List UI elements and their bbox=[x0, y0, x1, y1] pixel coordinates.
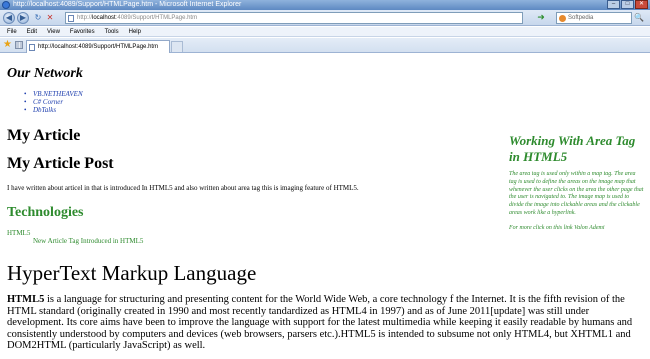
search-engine-icon bbox=[559, 15, 566, 22]
intro-text: I have written about articel in that is … bbox=[7, 184, 359, 192]
hypertext-heading: HyperText Markup Language bbox=[7, 261, 257, 285]
search-icon[interactable]: 🔍 bbox=[633, 13, 645, 23]
article-heading: My Article bbox=[7, 127, 81, 144]
technology-item-html5: HTML5 bbox=[7, 229, 31, 237]
aside-title: Working With Area Tag in HTML5 bbox=[509, 133, 636, 164]
aside-more-link[interactable]: For more click on this link Valon Ademi bbox=[509, 224, 644, 232]
minimize-button[interactable]: – bbox=[607, 0, 620, 9]
refresh-icon[interactable]: ↻ bbox=[33, 13, 43, 23]
menu-view[interactable]: View bbox=[47, 27, 60, 36]
aside-panel: Working With Area Tag in HTML5 The area … bbox=[509, 133, 644, 232]
back-button[interactable]: ◀ bbox=[3, 12, 15, 24]
address-bar[interactable]: http://localhost:4089/Support/HTMLPage.h… bbox=[65, 12, 523, 24]
navigation-bar: ◀ ▶ ↻ ✕ http://localhost:4089/Support/HT… bbox=[0, 10, 650, 26]
address-prefix: http:// bbox=[77, 15, 93, 21]
tab-bar: ★ http://localhost:4089/Support/HTMLPage… bbox=[0, 38, 650, 53]
window-title: http://localhost:4089/Support/HTMLPage.h… bbox=[13, 1, 242, 8]
technologies-heading: Technologies bbox=[7, 205, 84, 220]
hypertext-paragraph: HTML5 is a language for structuring and … bbox=[7, 294, 642, 352]
menu-tools[interactable]: Tools bbox=[105, 27, 119, 36]
post-heading: My Article Post bbox=[7, 155, 114, 172]
window-titlebar: http://localhost:4089/Support/HTMLPage.h… bbox=[0, 0, 650, 10]
menu-file[interactable]: File bbox=[7, 27, 17, 36]
hypertext-body: is a language for structuring and presen… bbox=[7, 294, 633, 352]
menu-help[interactable]: Help bbox=[129, 27, 141, 36]
menu-edit[interactable]: Edit bbox=[27, 27, 37, 36]
address-rest: :4089/Support/HTMLPage.htm bbox=[115, 15, 198, 21]
network-link-list: VB.NETHEAVEN C# Corner DbTalks bbox=[24, 90, 83, 114]
quick-tabs-icon[interactable] bbox=[15, 41, 23, 49]
menu-favorites[interactable]: Favorites bbox=[70, 27, 95, 36]
favorites-star-icon[interactable]: ★ bbox=[3, 40, 13, 50]
search-input[interactable]: Softpedia bbox=[556, 12, 632, 24]
ie-logo-icon bbox=[2, 1, 10, 9]
hypertext-bold-term: HTML5 bbox=[7, 294, 45, 305]
aside-body: The area tag is used only within a map t… bbox=[509, 171, 644, 216]
menu-bar: File Edit View Favorites Tools Help bbox=[0, 27, 650, 37]
address-host: localhost bbox=[92, 15, 116, 21]
technology-item-article-tag: New Article Tag Introduced in HTML5 bbox=[33, 237, 144, 245]
new-tab-button[interactable] bbox=[171, 41, 183, 52]
stop-icon[interactable]: ✕ bbox=[45, 13, 55, 23]
page-viewport: Our Network VB.NETHEAVEN C# Corner DbTal… bbox=[0, 54, 650, 359]
window-controls: – □ ✕ bbox=[607, 0, 648, 9]
network-link-csharp-corner[interactable]: C# Corner bbox=[24, 98, 83, 106]
network-link-dbtalks[interactable]: DbTalks bbox=[24, 106, 83, 114]
page-icon bbox=[68, 15, 74, 22]
tab-current-page[interactable]: http://localhost:4089/Support/HTMLPage.h… bbox=[26, 40, 170, 53]
forward-button[interactable]: ▶ bbox=[17, 12, 29, 24]
maximize-button[interactable]: □ bbox=[621, 0, 634, 9]
network-heading: Our Network bbox=[7, 66, 83, 81]
tab-label: http://localhost:4089/Support/HTMLPage.h… bbox=[38, 44, 159, 50]
tab-page-icon bbox=[29, 44, 35, 51]
network-link-vbnetheaven[interactable]: VB.NETHEAVEN bbox=[24, 90, 83, 98]
go-button[interactable]: ➜ bbox=[536, 13, 546, 23]
close-button[interactable]: ✕ bbox=[635, 0, 648, 9]
search-value: Softpedia bbox=[568, 15, 594, 21]
